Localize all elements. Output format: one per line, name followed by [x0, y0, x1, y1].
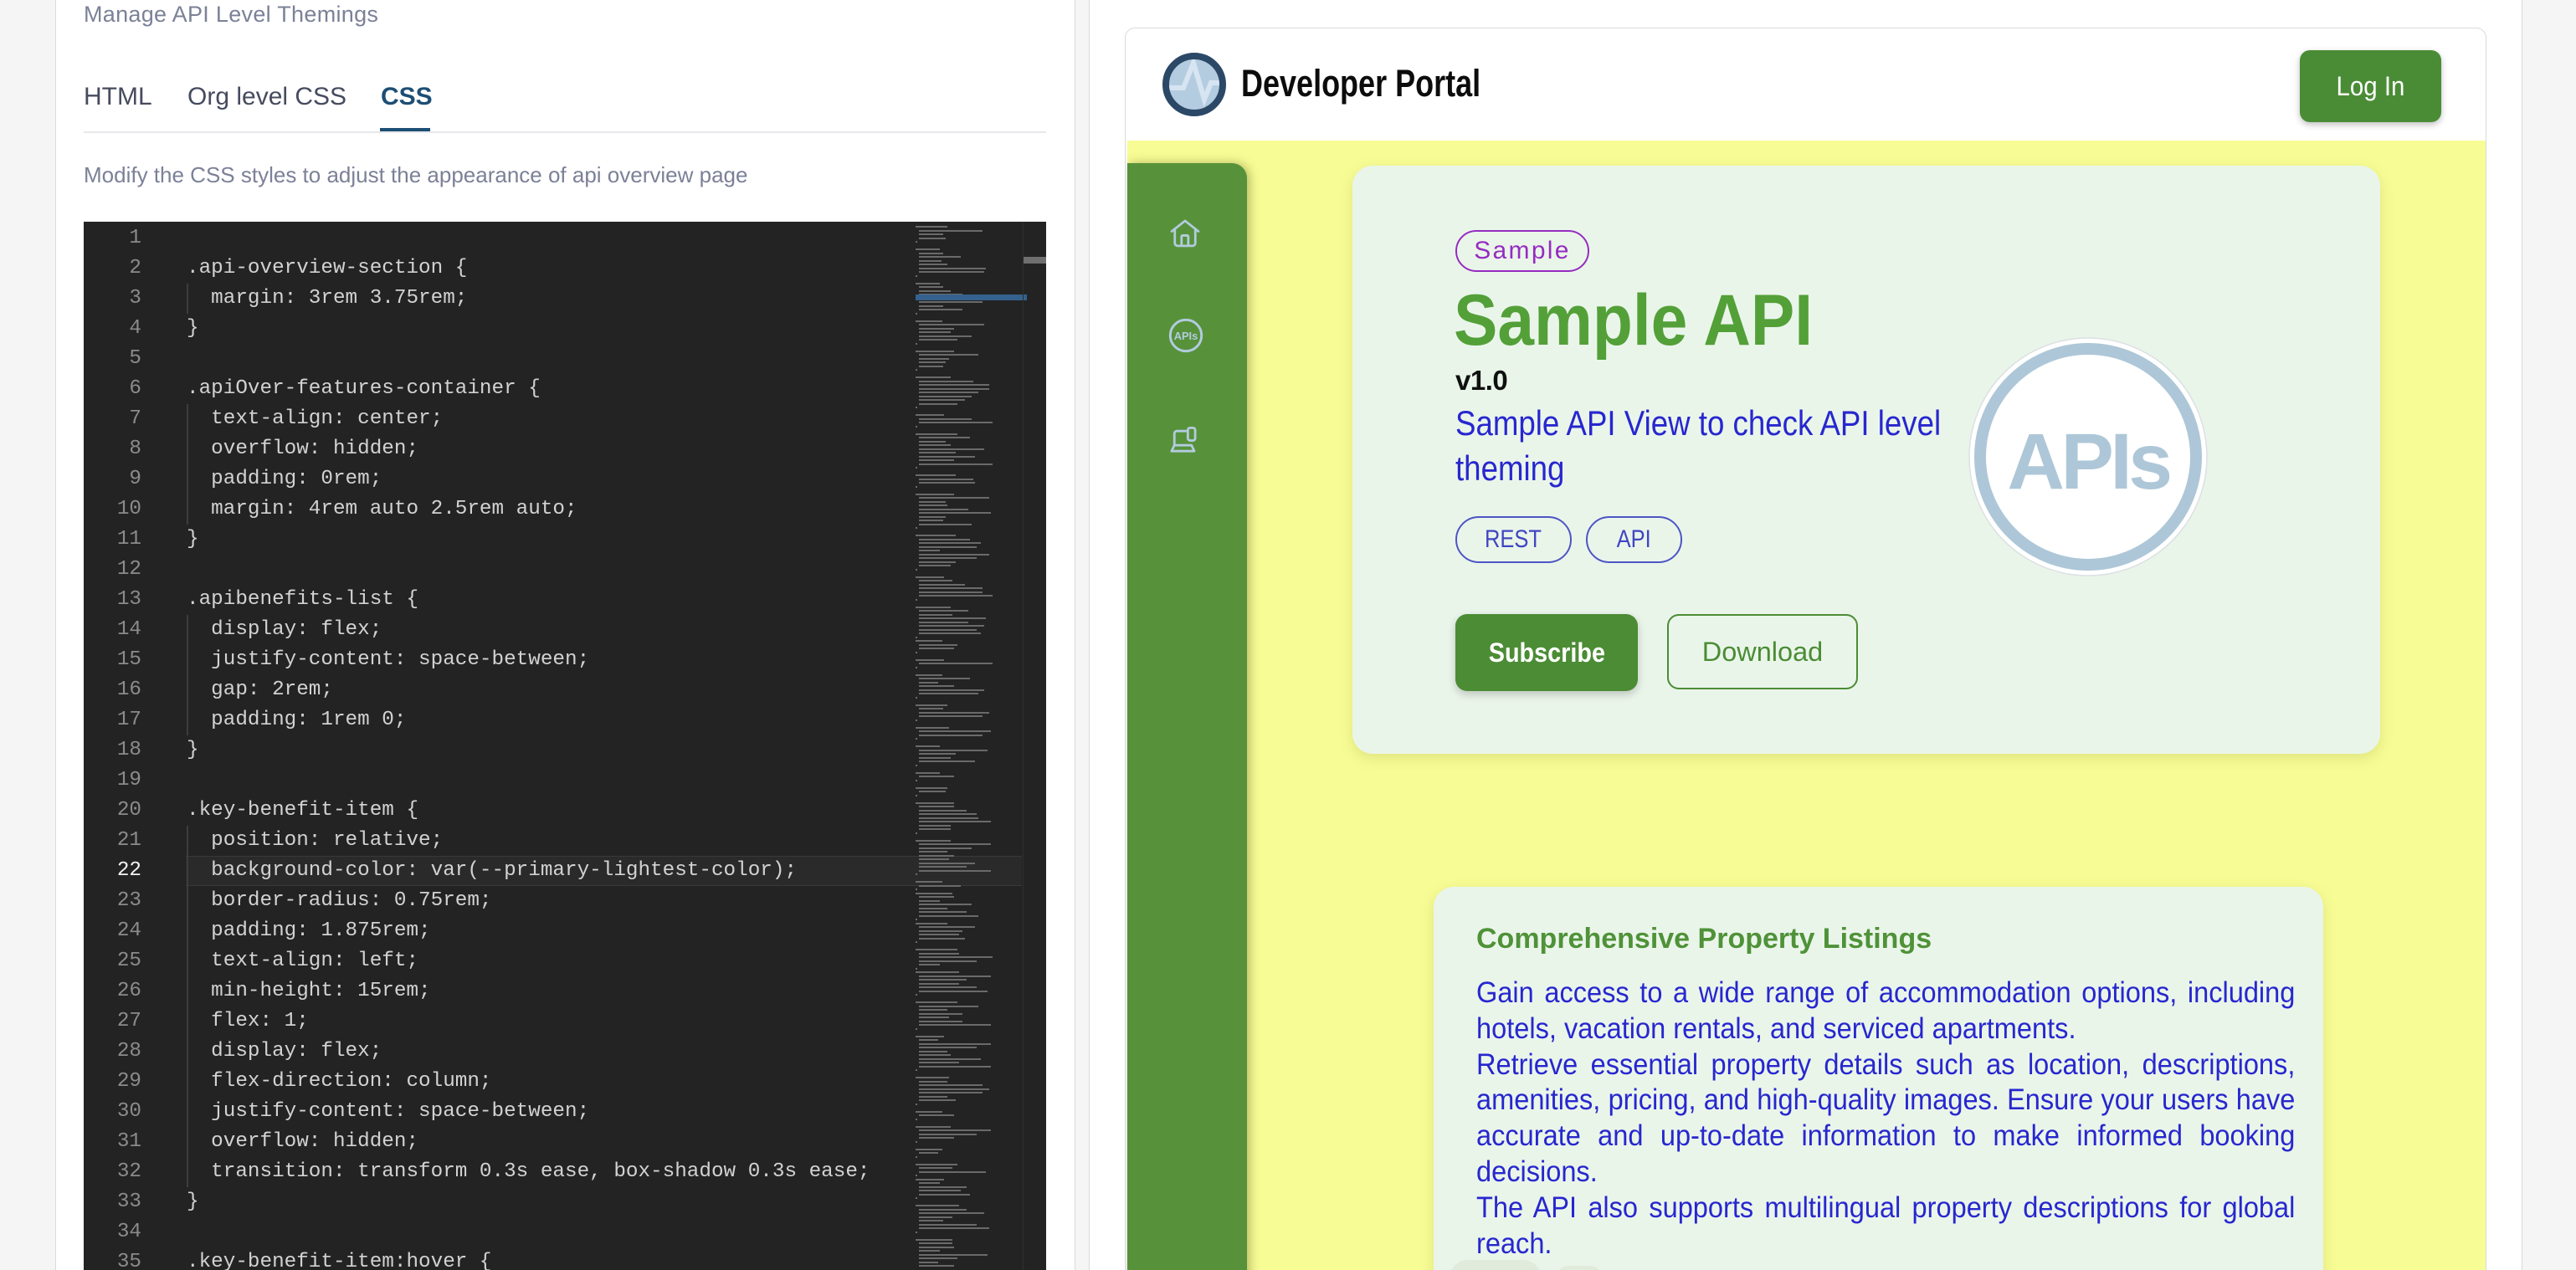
svg-text:APIs: APIs: [2007, 417, 2169, 506]
svg-text:APIs: APIs: [1174, 330, 1198, 342]
